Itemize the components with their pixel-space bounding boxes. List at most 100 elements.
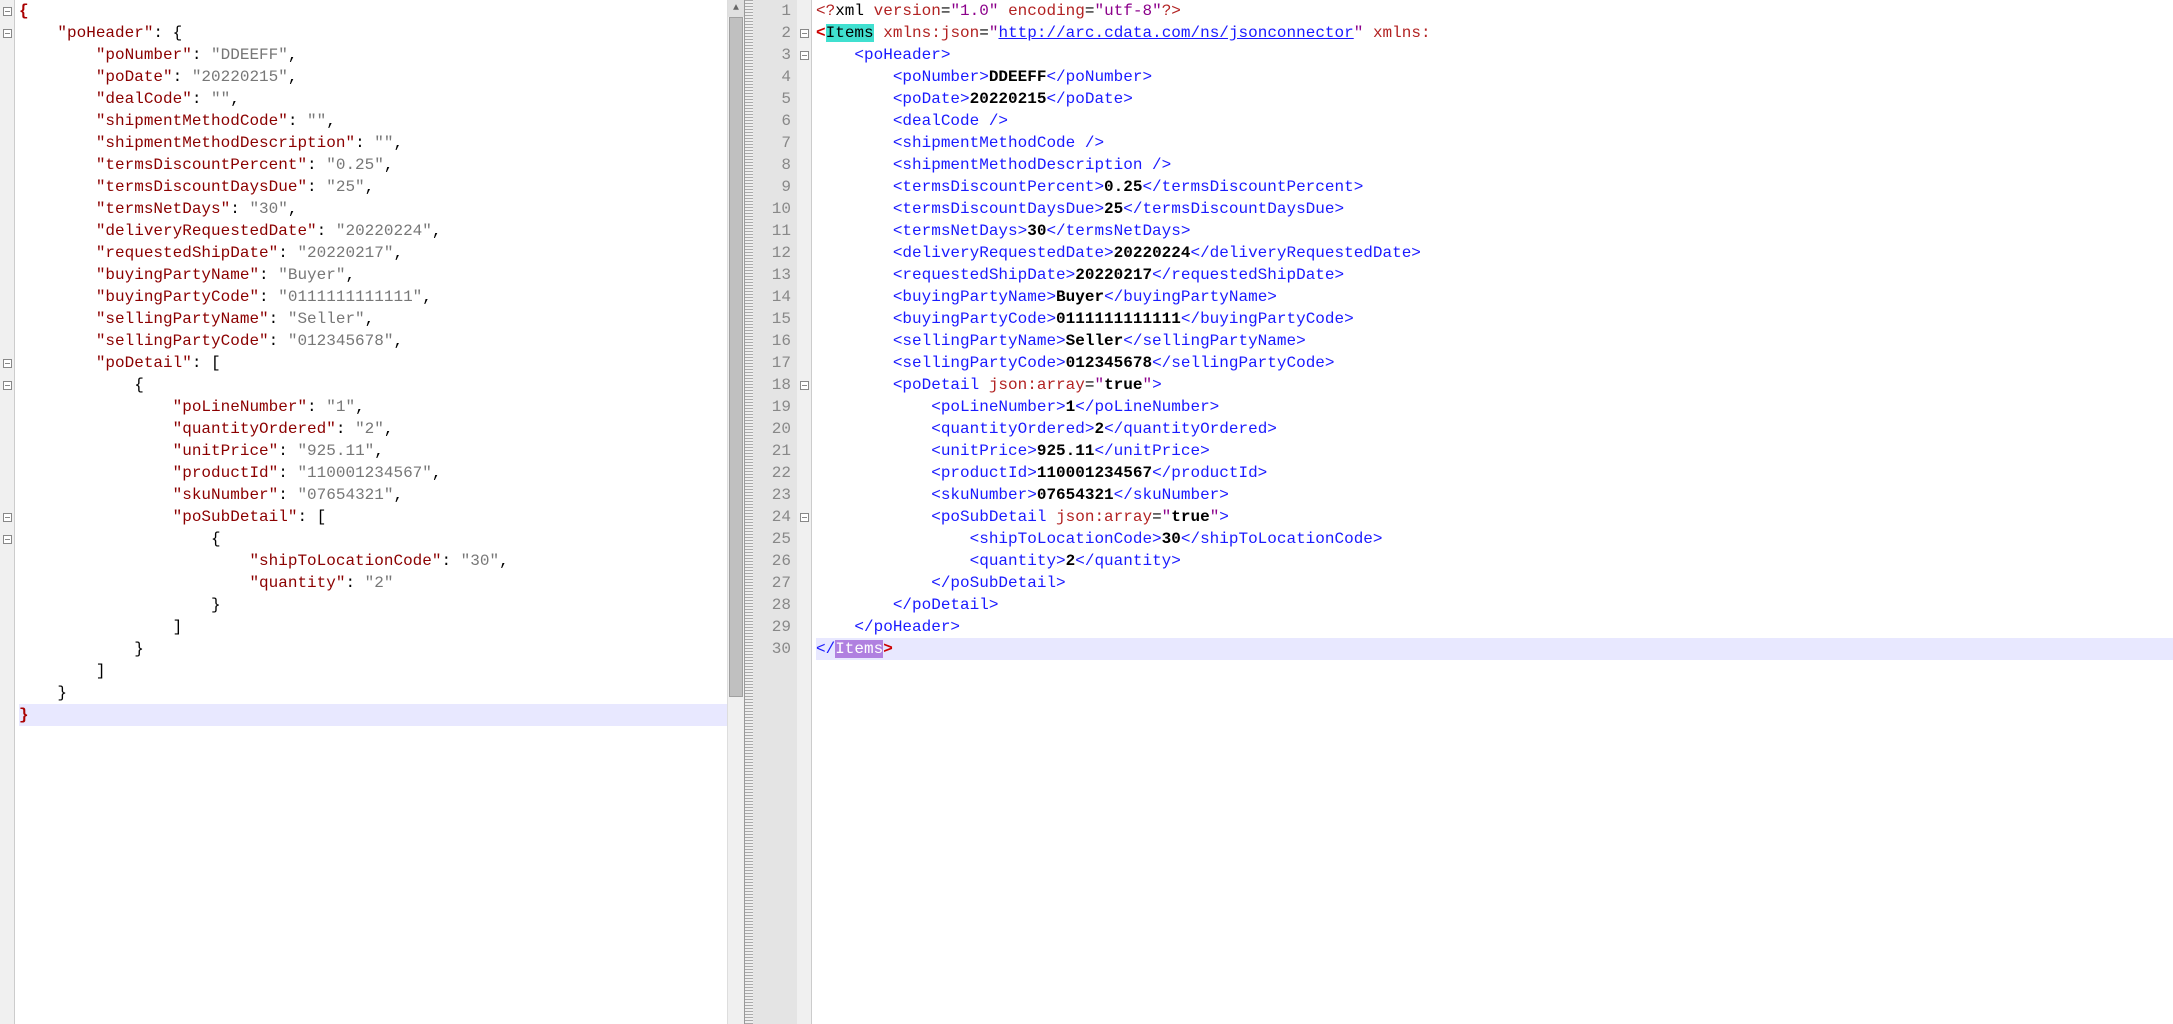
line-number[interactable]: 4 bbox=[759, 66, 791, 88]
code-line[interactable]: ] bbox=[19, 616, 727, 638]
line-number[interactable]: 14 bbox=[759, 286, 791, 308]
line-number[interactable]: 8 bbox=[759, 154, 791, 176]
scroll-up-icon[interactable]: ▲ bbox=[728, 0, 744, 17]
code-line[interactable]: } bbox=[19, 682, 727, 704]
line-number[interactable]: 5 bbox=[759, 88, 791, 110]
code-line[interactable]: <shipmentMethodDescription /> bbox=[816, 154, 2173, 176]
code-line[interactable]: "termsNetDays": "30", bbox=[19, 198, 727, 220]
line-number[interactable]: 18 bbox=[759, 374, 791, 396]
line-number[interactable]: 17 bbox=[759, 352, 791, 374]
right-line-gutter[interactable]: 1234567891011121314151617181920212223242… bbox=[753, 0, 797, 1024]
line-number[interactable]: 15 bbox=[759, 308, 791, 330]
code-line[interactable]: <termsDiscountDaysDue>25</termsDiscountD… bbox=[816, 198, 2173, 220]
code-line[interactable]: "quantity": "2" bbox=[19, 572, 727, 594]
fold-toggle-icon[interactable] bbox=[3, 535, 12, 544]
line-number[interactable]: 16 bbox=[759, 330, 791, 352]
code-line[interactable]: <poNumber>DDEEFF</poNumber> bbox=[816, 66, 2173, 88]
line-number[interactable]: 3 bbox=[759, 44, 791, 66]
code-line[interactable]: <termsNetDays>30</termsNetDays> bbox=[816, 220, 2173, 242]
code-line[interactable]: <sellingPartyCode>012345678</sellingPart… bbox=[816, 352, 2173, 374]
code-line[interactable]: <poLineNumber>1</poLineNumber> bbox=[816, 396, 2173, 418]
code-line[interactable]: ] bbox=[19, 660, 727, 682]
left-fold-gutter[interactable] bbox=[0, 0, 15, 1024]
code-line[interactable]: <quantityOrdered>2</quantityOrdered> bbox=[816, 418, 2173, 440]
line-number[interactable]: 21 bbox=[759, 440, 791, 462]
code-line[interactable]: "sellingPartyName": "Seller", bbox=[19, 308, 727, 330]
fold-toggle-icon[interactable] bbox=[3, 359, 12, 368]
line-number[interactable]: 13 bbox=[759, 264, 791, 286]
code-line[interactable]: <poDetail json:array="true"> bbox=[816, 374, 2173, 396]
line-number[interactable]: 28 bbox=[759, 594, 791, 616]
code-line[interactable]: { bbox=[19, 0, 727, 22]
code-line[interactable]: "productId": "110001234567", bbox=[19, 462, 727, 484]
code-line[interactable]: } bbox=[19, 594, 727, 616]
line-number[interactable]: 2 bbox=[759, 22, 791, 44]
code-line[interactable]: } bbox=[19, 638, 727, 660]
code-line[interactable]: { bbox=[19, 374, 727, 396]
json-editor[interactable]: { "poHeader": { "poNumber": "DDEEFF", "p… bbox=[0, 0, 744, 1024]
xml-editor[interactable]: 1234567891011121314151617181920212223242… bbox=[753, 0, 2173, 1024]
left-code-area[interactable]: { "poHeader": { "poNumber": "DDEEFF", "p… bbox=[15, 0, 727, 1024]
code-line[interactable]: "poDetail": [ bbox=[19, 352, 727, 374]
line-number[interactable]: 29 bbox=[759, 616, 791, 638]
fold-toggle-icon[interactable] bbox=[3, 381, 12, 390]
code-line[interactable]: <requestedShipDate>20220217</requestedSh… bbox=[816, 264, 2173, 286]
code-line[interactable]: "termsDiscountDaysDue": "25", bbox=[19, 176, 727, 198]
fold-toggle-icon[interactable] bbox=[800, 29, 809, 38]
code-line[interactable]: <Items xmlns:json="http://arc.cdata.com/… bbox=[816, 22, 2173, 44]
left-scrollbar[interactable]: ▲ bbox=[727, 0, 744, 1024]
scroll-thumb[interactable] bbox=[729, 17, 743, 697]
code-line[interactable]: <poDate>20220215</poDate> bbox=[816, 88, 2173, 110]
code-line[interactable]: <unitPrice>925.11</unitPrice> bbox=[816, 440, 2173, 462]
code-line[interactable]: </poHeader> bbox=[816, 616, 2173, 638]
code-line[interactable]: <termsDiscountPercent>0.25</termsDiscoun… bbox=[816, 176, 2173, 198]
code-line[interactable]: </Items> bbox=[816, 638, 2173, 660]
code-line[interactable]: "dealCode": "", bbox=[19, 88, 727, 110]
fold-toggle-icon[interactable] bbox=[800, 51, 809, 60]
line-number[interactable]: 12 bbox=[759, 242, 791, 264]
code-line[interactable]: <sellingPartyName>Seller</sellingPartyNa… bbox=[816, 330, 2173, 352]
code-line[interactable]: "sellingPartyCode": "012345678", bbox=[19, 330, 727, 352]
fold-toggle-icon[interactable] bbox=[800, 513, 809, 522]
code-line[interactable]: <shipmentMethodCode /> bbox=[816, 132, 2173, 154]
code-line[interactable]: "poLineNumber": "1", bbox=[19, 396, 727, 418]
code-line[interactable]: </poSubDetail> bbox=[816, 572, 2173, 594]
code-line[interactable]: <dealCode /> bbox=[816, 110, 2173, 132]
code-line[interactable]: "poDate": "20220215", bbox=[19, 66, 727, 88]
code-line[interactable]: <skuNumber>07654321</skuNumber> bbox=[816, 484, 2173, 506]
code-line[interactable]: <buyingPartyCode>0111111111111</buyingPa… bbox=[816, 308, 2173, 330]
code-line[interactable]: "buyingPartyName": "Buyer", bbox=[19, 264, 727, 286]
code-line[interactable]: "skuNumber": "07654321", bbox=[19, 484, 727, 506]
right-code-area[interactable]: <?xml version="1.0" encoding="utf-8"?><I… bbox=[812, 0, 2173, 1024]
code-line[interactable]: } bbox=[19, 704, 727, 726]
code-line[interactable]: "shipToLocationCode": "30", bbox=[19, 550, 727, 572]
line-number[interactable]: 7 bbox=[759, 132, 791, 154]
fold-toggle-icon[interactable] bbox=[800, 381, 809, 390]
line-number[interactable]: 22 bbox=[759, 462, 791, 484]
fold-toggle-icon[interactable] bbox=[3, 7, 12, 16]
line-number[interactable]: 10 bbox=[759, 198, 791, 220]
code-line[interactable]: "deliveryRequestedDate": "20220224", bbox=[19, 220, 727, 242]
line-number[interactable]: 27 bbox=[759, 572, 791, 594]
code-line[interactable]: <poHeader> bbox=[816, 44, 2173, 66]
line-number[interactable]: 24 bbox=[759, 506, 791, 528]
code-line[interactable]: <buyingPartyName>Buyer</buyingPartyName> bbox=[816, 286, 2173, 308]
code-line[interactable]: "poHeader": { bbox=[19, 22, 727, 44]
fold-toggle-icon[interactable] bbox=[3, 29, 12, 38]
line-number[interactable]: 26 bbox=[759, 550, 791, 572]
line-number[interactable]: 11 bbox=[759, 220, 791, 242]
code-line[interactable]: "poNumber": "DDEEFF", bbox=[19, 44, 727, 66]
line-number[interactable]: 25 bbox=[759, 528, 791, 550]
code-line[interactable]: <quantity>2</quantity> bbox=[816, 550, 2173, 572]
code-line[interactable]: <poSubDetail json:array="true"> bbox=[816, 506, 2173, 528]
line-number[interactable]: 23 bbox=[759, 484, 791, 506]
code-line[interactable]: "shipmentMethodDescription": "", bbox=[19, 132, 727, 154]
line-number[interactable]: 30 bbox=[759, 638, 791, 660]
line-number[interactable]: 19 bbox=[759, 396, 791, 418]
code-line[interactable]: "requestedShipDate": "20220217", bbox=[19, 242, 727, 264]
right-fold-gutter[interactable] bbox=[797, 0, 812, 1024]
code-line[interactable]: <shipToLocationCode>30</shipToLocationCo… bbox=[816, 528, 2173, 550]
code-line[interactable]: "unitPrice": "925.11", bbox=[19, 440, 727, 462]
code-line[interactable]: "poSubDetail": [ bbox=[19, 506, 727, 528]
code-line[interactable]: "quantityOrdered": "2", bbox=[19, 418, 727, 440]
